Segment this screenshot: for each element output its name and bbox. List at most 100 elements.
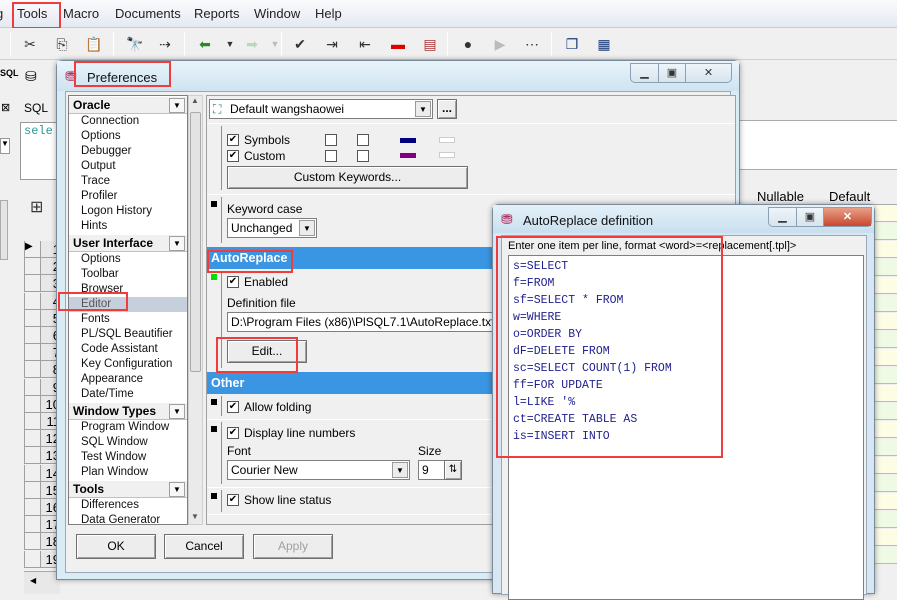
chevron-down-icon[interactable]: ▼ [169,404,185,419]
dropdown-arrow-icon[interactable]: ▼ [0,138,10,154]
comment-icon[interactable]: ▬ [388,34,408,54]
close-button[interactable]: ✕ [686,64,731,82]
definition-file-input[interactable]: D:\Program Files (x86)\PlSQL7.1\AutoRepl… [227,312,497,332]
chevron-down-icon[interactable]: ▼ [299,220,315,236]
font-select[interactable]: Courier New ▼ [227,460,410,480]
symbols-bold-checkbox[interactable] [325,134,337,146]
scroll-up-icon[interactable]: ▲ [191,96,199,105]
column-header-nullable[interactable]: Nullable [757,189,804,204]
autoreplace-titlebar[interactable]: ⛃ AutoReplace definition ▁ ▣ ✕ [493,205,874,233]
profile-more-button[interactable]: ... [437,99,457,119]
category-item[interactable]: Fonts [69,312,187,327]
cascade-windows-icon[interactable]: ❐ [562,34,582,54]
category-item[interactable]: Options [69,252,187,267]
custom-bold-checkbox[interactable] [325,150,337,162]
menu-item-tools[interactable]: Tools [17,6,47,21]
category-item[interactable]: SQL Window [69,435,187,450]
chevron-down-icon[interactable]: ▼ [415,101,431,117]
keyword-case-select[interactable]: Unchanged ▼ [227,218,317,238]
indent-icon[interactable]: ⇥ [322,34,342,54]
category-header[interactable]: Window Types ▼ [69,402,187,420]
check-icon[interactable]: ✔ [290,34,310,54]
category-header[interactable]: Oracle ▼ [69,96,187,114]
custom-color-swatch[interactable] [400,153,416,158]
category-item[interactable]: Code Assistant [69,342,187,357]
unindent-icon[interactable]: ⇤ [355,34,375,54]
menu-item-macro[interactable]: Macro [63,6,99,21]
row-indicator[interactable] [24,309,40,327]
row-indicator[interactable] [24,499,40,516]
symbols-color-swatch[interactable] [400,138,416,143]
row-indicator[interactable] [24,395,40,413]
allow-folding-checkbox[interactable]: ✔ [227,401,239,413]
paste-icon[interactable]: 📋 [84,34,104,54]
custom-bg-swatch[interactable] [439,152,455,158]
find-next-icon[interactable]: ⇢ [155,34,175,54]
category-item[interactable]: Trace [69,174,187,189]
close-button[interactable]: ✕ [824,208,871,226]
size-input[interactable]: 9 [418,460,446,480]
category-item[interactable]: Debugger [69,144,187,159]
minimize-button[interactable]: ▁ [631,64,659,82]
category-item[interactable]: Toolbar [69,267,187,282]
category-header[interactable]: User Interface ▼ [69,234,187,252]
category-item[interactable]: Program Window [69,420,187,435]
category-item[interactable]: Test Window [69,450,187,465]
ok-button[interactable]: OK [76,534,156,559]
chevron-down-icon[interactable]: ▼ [169,98,185,113]
row-indicator[interactable] [24,430,40,448]
row-indicator[interactable] [24,258,40,276]
scrollbar-thumb[interactable] [190,112,201,372]
category-item[interactable]: Differences [69,498,187,513]
category-item[interactable]: Output [69,159,187,174]
close-icon[interactable]: ⊠ [1,101,10,114]
import-icon[interactable]: ⬅ [195,34,215,54]
scroll-down-icon[interactable]: ▼ [191,512,199,521]
chevron-down-icon[interactable]: ▼ [169,236,185,251]
menu-item-window[interactable]: Window [254,6,300,21]
menu-item-documents[interactable]: Documents [115,6,181,21]
chevron-down-icon[interactable]: ▼ [169,482,185,497]
maximize-button[interactable]: ▣ [797,208,824,226]
category-item[interactable]: Editor [69,297,187,312]
category-item[interactable]: Date/Time [69,387,187,402]
record-macro-icon[interactable]: ● [458,34,478,54]
custom-italic-checkbox[interactable] [357,150,369,162]
row-indicator[interactable] [24,292,40,310]
macro-library-icon[interactable]: ⋯ [522,34,542,54]
category-item[interactable]: Plan Window [69,465,187,480]
category-item[interactable]: Browser [69,282,187,297]
cancel-button[interactable]: Cancel [164,534,244,559]
category-item[interactable]: Connection [69,114,187,129]
copy-icon[interactable]: ⎘ [52,34,72,54]
minimize-button[interactable]: ▁ [769,208,797,226]
sql-tab[interactable]: SQL [24,101,48,115]
row-indicator[interactable]: ▶ [24,241,40,258]
horizontal-scrollbar[interactable]: ◀ [24,571,60,594]
category-item[interactable]: Options [69,129,187,144]
row-indicator[interactable] [24,533,40,551]
uncomment-icon[interactable]: ▤ [420,34,440,54]
find-icon[interactable]: 🔭 [125,34,145,54]
category-item[interactable]: Data Generator [69,513,187,524]
profile-select[interactable]: ⛶ Default wangshaowei ▼ [209,99,433,119]
category-item[interactable]: Profiler [69,189,187,204]
edit-button[interactable]: Edit... [227,340,307,363]
show-line-status-checkbox[interactable]: ✔ [227,494,239,506]
cut-icon[interactable]: ✂ [20,34,40,54]
column-header-default[interactable]: Default [829,189,870,204]
display-line-numbers-checkbox[interactable]: ✔ [227,427,239,439]
menu-item-reports[interactable]: Reports [194,6,240,21]
category-item[interactable]: Key Configuration [69,357,187,372]
row-indicator[interactable] [24,344,40,362]
row-indicator[interactable] [24,361,40,379]
row-indicator[interactable] [24,275,40,293]
row-indicator[interactable] [24,481,40,499]
tree-scrollbar[interactable]: ▲ ▼ [188,95,203,525]
size-spinner[interactable]: ⇅ [444,460,462,480]
tile-windows-icon[interactable]: ▦ [594,34,614,54]
custom-checkbox[interactable]: ✔ [227,150,239,162]
category-item[interactable]: PL/SQL Beautifier [69,327,187,342]
scrollbar-thumb[interactable] [0,200,8,260]
category-item[interactable]: Hints [69,219,187,234]
